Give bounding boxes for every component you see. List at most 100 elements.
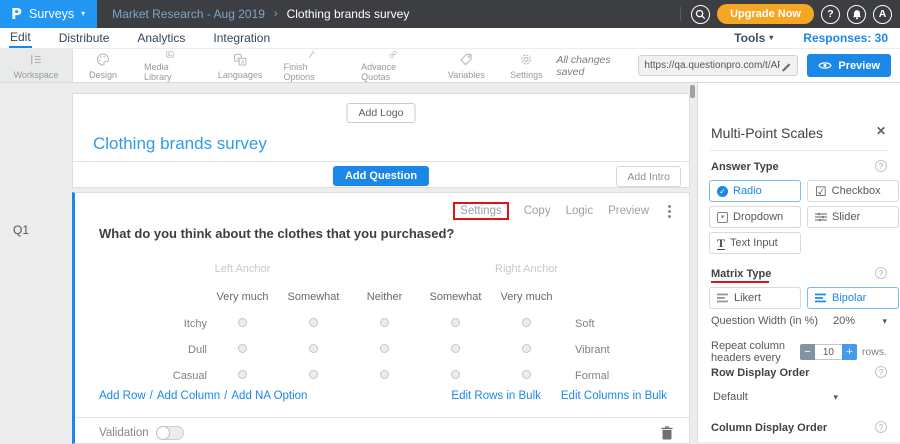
radio-button[interactable]	[238, 370, 247, 379]
row-left-label[interactable]: Casual	[135, 370, 207, 382]
tab-edit[interactable]: Edit	[9, 29, 32, 48]
translate-icon: aA	[231, 51, 249, 68]
radio-button[interactable]	[380, 344, 389, 353]
question-settings-action[interactable]: Settings	[453, 202, 509, 220]
trash-icon	[661, 426, 673, 440]
row-right-label[interactable]: Soft	[562, 318, 672, 330]
radio-button[interactable]	[451, 318, 460, 327]
dropdown-icon: ▾	[717, 212, 728, 223]
add-intro-button[interactable]: Add Intro	[616, 166, 681, 187]
column-display-help-icon[interactable]: ?	[875, 421, 887, 433]
radio-button[interactable]	[238, 318, 247, 327]
toolbar-item-design[interactable]: Design	[73, 49, 133, 82]
product-switcher[interactable]: P Surveys ▾	[0, 0, 97, 28]
search-button[interactable]	[691, 5, 710, 24]
question-logic-action[interactable]: Logic	[566, 205, 594, 217]
row-display-help-icon[interactable]: ?	[875, 366, 887, 378]
answer-type-checkbox[interactable]: ☑ Checkbox	[807, 180, 899, 202]
question-text[interactable]: What do you think about the clothes that…	[99, 226, 454, 241]
toolbar-item-languages[interactable]: aA Languages	[208, 49, 273, 82]
column-header[interactable]: Neither	[349, 291, 420, 303]
toolbar-item-variables[interactable]: Variables	[436, 49, 496, 82]
row-display-order-select[interactable]: Default ▾	[713, 391, 838, 403]
row-left-label[interactable]: Itchy	[135, 318, 207, 330]
radio-button[interactable]	[451, 370, 460, 379]
row-right-label[interactable]: Vibrant	[562, 344, 672, 356]
question-width-value[interactable]: 20%	[833, 315, 855, 327]
matrix-type-likert[interactable]: Likert	[709, 287, 801, 309]
question-copy-action[interactable]: Copy	[524, 205, 551, 217]
editor-canvas: Q1 Add Logo Clothing brands survey Add Q…	[0, 83, 900, 442]
add-logo-button[interactable]: Add Logo	[347, 103, 416, 123]
answer-type-row-2: ▾ Dropdown Slider	[709, 206, 899, 228]
add-row-link[interactable]: Add Row	[99, 390, 146, 402]
answer-type-help-icon[interactable]: ?	[875, 160, 887, 172]
toolbar-item-finish-options[interactable]: Finish Options	[273, 49, 351, 82]
radio-button[interactable]	[380, 318, 389, 327]
column-header[interactable]: Somewhat	[278, 291, 349, 303]
save-status: All changes saved	[556, 54, 629, 78]
tab-distribute[interactable]: Distribute	[58, 30, 111, 47]
column-header[interactable]: Somewhat	[420, 291, 491, 303]
rows-suffix: rows.	[862, 346, 887, 358]
svg-text:A: A	[241, 60, 245, 66]
column-header[interactable]: Very much	[207, 291, 278, 303]
questionpro-logo: P	[11, 5, 22, 23]
preview-button[interactable]: Preview	[807, 54, 891, 77]
canvas-scrollbar[interactable]	[690, 83, 696, 442]
stepper-plus-button[interactable]: +	[842, 344, 857, 360]
column-header[interactable]: Very much	[491, 291, 562, 303]
survey-title[interactable]: Clothing brands survey	[93, 134, 267, 154]
validation-toggle[interactable]	[156, 426, 184, 440]
toolbar-item-advance-quotas[interactable]: Advance Quotas	[350, 49, 436, 82]
answer-type-slider[interactable]: Slider	[807, 206, 899, 228]
survey-url-input[interactable]	[644, 60, 780, 71]
matrix-type-bipolar[interactable]: Bipolar	[807, 287, 899, 309]
radio-button[interactable]	[309, 370, 318, 379]
avatar[interactable]: A	[873, 5, 892, 24]
right-anchor-placeholder[interactable]: Right Anchor	[491, 263, 562, 275]
tab-analytics[interactable]: Analytics	[136, 30, 186, 47]
chevron-down-icon[interactable]: ▾	[882, 316, 887, 327]
row-right-label[interactable]: Formal	[562, 370, 672, 382]
add-column-link[interactable]: Add Column	[157, 390, 220, 402]
edit-rows-bulk-link[interactable]: Edit Rows in Bulk	[451, 390, 540, 402]
answer-type-radio[interactable]: ✓ Radio	[709, 180, 801, 202]
row-left-label[interactable]: Dull	[135, 344, 207, 356]
toolbar-item-media-library[interactable]: Media Library	[133, 49, 208, 82]
responses-link[interactable]: Responses: 30	[803, 31, 888, 45]
matrix-type-help-icon[interactable]: ?	[875, 267, 887, 279]
wand-icon	[302, 49, 320, 60]
answer-type-text-input[interactable]: T Text Input	[709, 232, 801, 254]
tools-menu[interactable]: Tools▾	[734, 31, 773, 45]
radio-button[interactable]	[309, 318, 318, 327]
add-question-button[interactable]: Add Question	[333, 166, 429, 186]
close-icon[interactable]: ✕	[876, 124, 886, 138]
add-na-option-link[interactable]: Add NA Option	[231, 390, 307, 402]
radio-button[interactable]	[522, 370, 531, 379]
stepper-value-input[interactable]	[815, 344, 842, 360]
stepper-minus-button[interactable]: −	[800, 344, 815, 360]
radio-button[interactable]	[451, 344, 460, 353]
upgrade-now-button[interactable]: Upgrade Now	[717, 4, 814, 24]
radio-button[interactable]	[238, 344, 247, 353]
toolbar-item-settings[interactable]: Settings	[496, 49, 556, 82]
answer-type-dropdown[interactable]: ▾ Dropdown	[709, 206, 801, 228]
left-anchor-placeholder[interactable]: Left Anchor	[207, 263, 278, 275]
edit-url-button[interactable]	[780, 60, 792, 72]
radio-button[interactable]	[522, 318, 531, 327]
delete-question-button[interactable]	[661, 426, 673, 440]
tab-integration[interactable]: Integration	[212, 30, 271, 47]
scrollbar-thumb[interactable]	[690, 85, 695, 98]
radio-button[interactable]	[309, 344, 318, 353]
breadcrumb-parent-link[interactable]: Market Research - Aug 2019	[112, 7, 265, 21]
edit-columns-bulk-link[interactable]: Edit Columns in Bulk	[561, 390, 667, 402]
help-button[interactable]: ?	[821, 5, 840, 24]
question-preview-action[interactable]: Preview	[608, 205, 649, 217]
top-header: P Surveys ▾ Market Research - Aug 2019 ›…	[0, 0, 900, 28]
radio-button[interactable]	[380, 370, 389, 379]
radio-button[interactable]	[522, 344, 531, 353]
notifications-button[interactable]	[847, 5, 866, 24]
toolbar-item-workspace[interactable]: Workspace	[0, 49, 73, 82]
kebab-menu-icon[interactable]	[664, 203, 675, 220]
